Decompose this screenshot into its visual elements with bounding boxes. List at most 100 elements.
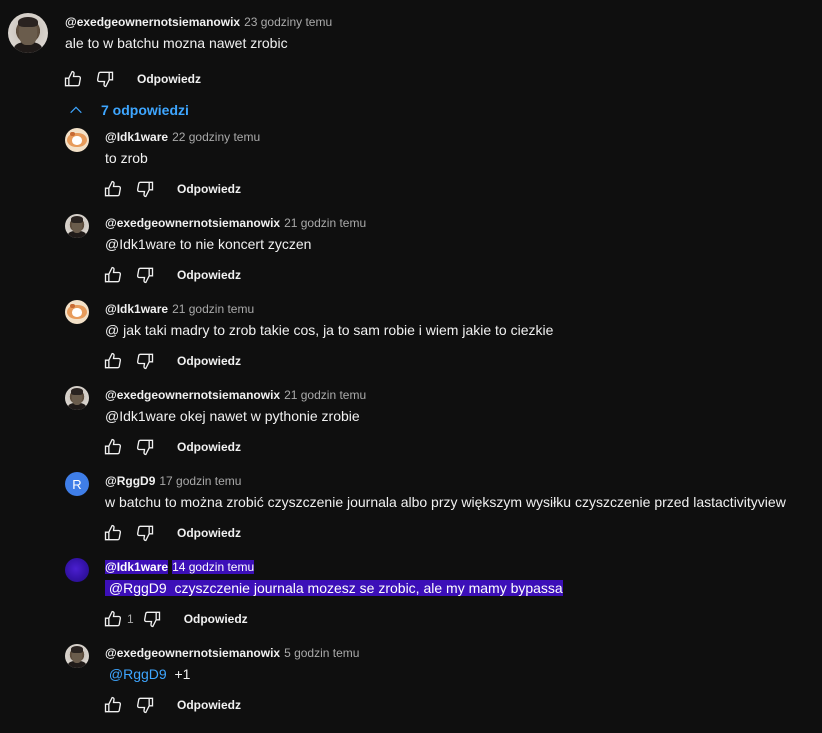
thumbs-down-icon <box>136 525 154 542</box>
thumbs-down-icon <box>136 181 154 198</box>
like-button[interactable] <box>97 173 129 205</box>
thumbs-down-icon <box>136 353 154 370</box>
like-button[interactable] <box>97 345 129 377</box>
comment-actions: Odpowiedz <box>104 517 786 549</box>
comment-text: ale to w batchu mozna nawet zrobic <box>65 35 288 51</box>
thumbs-up-icon <box>104 696 122 713</box>
comment-actions: Odpowiedz <box>104 173 260 205</box>
comment-actions: Odpowiedz <box>104 431 366 463</box>
reply-button[interactable]: Odpowiedz <box>137 72 201 86</box>
timestamp[interactable]: 17 godzin temu <box>159 474 241 488</box>
thumbs-up-icon <box>104 180 122 197</box>
avatar[interactable] <box>65 558 89 582</box>
thumbs-up-icon <box>104 524 122 541</box>
thumbs-up-icon <box>104 438 122 455</box>
reply-button[interactable]: Odpowiedz <box>184 612 248 626</box>
timestamp[interactable]: 21 godzin temu <box>172 302 254 316</box>
reply-comment: @Idk1ware 21 godzin temu @ jak taki madry… <box>65 300 553 377</box>
comment-actions: 1 Odpowiedz <box>104 603 563 635</box>
avatar[interactable] <box>65 128 89 152</box>
mention-link[interactable]: @RggD9 <box>109 580 167 596</box>
reply-comment: R @RggD9 17 godzin temu w batchu to można… <box>65 472 786 549</box>
like-count: 1 <box>127 612 134 626</box>
chevron-up-icon <box>70 106 82 114</box>
comment-text: w batchu to można zrobić czyszczenie jou… <box>105 494 786 510</box>
like-button[interactable] <box>97 603 129 635</box>
timestamp[interactable]: 5 godzin temu <box>284 646 359 660</box>
comment-actions: Odpowiedz <box>104 689 359 721</box>
like-button[interactable] <box>97 259 129 291</box>
author-name[interactable]: @Idk1ware <box>105 130 168 144</box>
dislike-button[interactable] <box>129 259 161 291</box>
comment-text: @RggD9 +1 <box>105 664 359 684</box>
author-name[interactable]: @exedgeownernotsiemanowix <box>65 15 240 29</box>
avatar[interactable] <box>65 300 89 324</box>
reply-button[interactable]: Odpowiedz <box>177 526 241 540</box>
reply-comment-highlighted: @Idk1ware 14 godzin temu @RggD9 czyszczen… <box>65 558 563 635</box>
comment-meta: @exedgeownernotsiemanowix 23 godziny temu <box>65 13 332 31</box>
reply-button[interactable]: Odpowiedz <box>177 440 241 454</box>
comment-actions: Odpowiedz <box>104 259 366 291</box>
thumbs-up-icon <box>104 352 122 369</box>
comment-text: to zrob <box>105 150 148 166</box>
dislike-button[interactable] <box>129 517 161 549</box>
author-name[interactable]: @Idk1ware <box>105 560 169 574</box>
thumbs-down-icon <box>143 611 160 628</box>
thumbs-up-icon <box>64 70 82 87</box>
timestamp[interactable]: 21 godzin temu <box>284 388 366 402</box>
comment-text-highlight: @RggD9 czyszczenie journala mozesz se zr… <box>105 580 563 596</box>
avatar[interactable] <box>65 214 89 238</box>
thumbs-down-icon <box>96 71 114 88</box>
dislike-button[interactable] <box>129 431 161 463</box>
dislike-button[interactable] <box>129 345 161 377</box>
reply-button[interactable]: Odpowiedz <box>177 354 241 368</box>
reply-button[interactable]: Odpowiedz <box>177 268 241 282</box>
reply-button[interactable]: Odpowiedz <box>177 182 241 196</box>
comment-text: @RggD9 czyszczenie journala mozesz se zr… <box>105 578 563 598</box>
avatar[interactable] <box>65 386 89 410</box>
reply-comment: @exedgeownernotsiemanowix 21 godzin temu … <box>65 214 366 291</box>
comment-body: +1 <box>174 666 191 682</box>
avatar[interactable] <box>65 644 89 668</box>
dislike-button[interactable] <box>136 603 168 635</box>
comment-text: @Idk1ware okej nawet w pythonie zrobie <box>105 408 360 424</box>
like-button[interactable] <box>57 63 89 95</box>
replies-count: 7 odpowiedzi <box>101 102 189 118</box>
avatar[interactable]: R <box>65 472 89 496</box>
timestamp[interactable]: 21 godzin temu <box>284 216 366 230</box>
comment-body: czyszczenie journala mozesz se zrobic, a… <box>174 580 563 596</box>
author-name[interactable]: @exedgeownernotsiemanowix <box>105 388 280 402</box>
thumbs-up-icon <box>104 610 122 627</box>
reply-comment: @Idk1ware 22 godziny temu to zrob Odpowie… <box>65 128 260 205</box>
thumbs-down-icon <box>136 439 154 456</box>
reply-button[interactable]: Odpowiedz <box>177 698 241 712</box>
comment-text: @ jak taki madry to zrob takie cos, ja t… <box>105 322 554 338</box>
comment-thread: @exedgeownernotsiemanowix 23 godziny temu… <box>0 0 822 733</box>
thumbs-down-icon <box>136 267 154 284</box>
author-name[interactable]: @Idk1ware <box>105 302 168 316</box>
timestamp[interactable]: 14 godzin temu <box>172 560 255 574</box>
like-button[interactable] <box>97 689 129 721</box>
replies-toggle[interactable]: 7 odpowiedzi <box>62 98 189 122</box>
thumbs-up-icon <box>104 266 122 283</box>
reply-comment: @exedgeownernotsiemanowix 21 godzin temu … <box>65 386 366 463</box>
dislike-button[interactable] <box>129 689 161 721</box>
like-button[interactable] <box>97 431 129 463</box>
comment-actions: Odpowiedz <box>64 63 332 95</box>
avatar-letter: R <box>72 476 82 492</box>
timestamp[interactable]: 23 godziny temu <box>244 15 332 29</box>
mention-link[interactable]: @RggD9 <box>109 666 167 682</box>
timestamp[interactable]: 22 godziny temu <box>172 130 260 144</box>
like-button[interactable] <box>97 517 129 549</box>
comment-text: @Idk1ware to nie koncert zyczen <box>105 236 312 252</box>
reply-comment: @exedgeownernotsiemanowix 5 godzin temu @… <box>65 644 359 721</box>
author-name[interactable]: @exedgeownernotsiemanowix <box>105 216 280 230</box>
dislike-button[interactable] <box>129 173 161 205</box>
comment: @exedgeownernotsiemanowix 23 godziny temu… <box>8 13 332 95</box>
avatar[interactable] <box>8 13 48 53</box>
author-name[interactable]: @exedgeownernotsiemanowix <box>105 646 280 660</box>
author-name[interactable]: @RggD9 <box>105 474 155 488</box>
comment-actions: Odpowiedz <box>104 345 553 377</box>
dislike-button[interactable] <box>89 63 121 95</box>
thumbs-down-icon <box>136 697 154 714</box>
